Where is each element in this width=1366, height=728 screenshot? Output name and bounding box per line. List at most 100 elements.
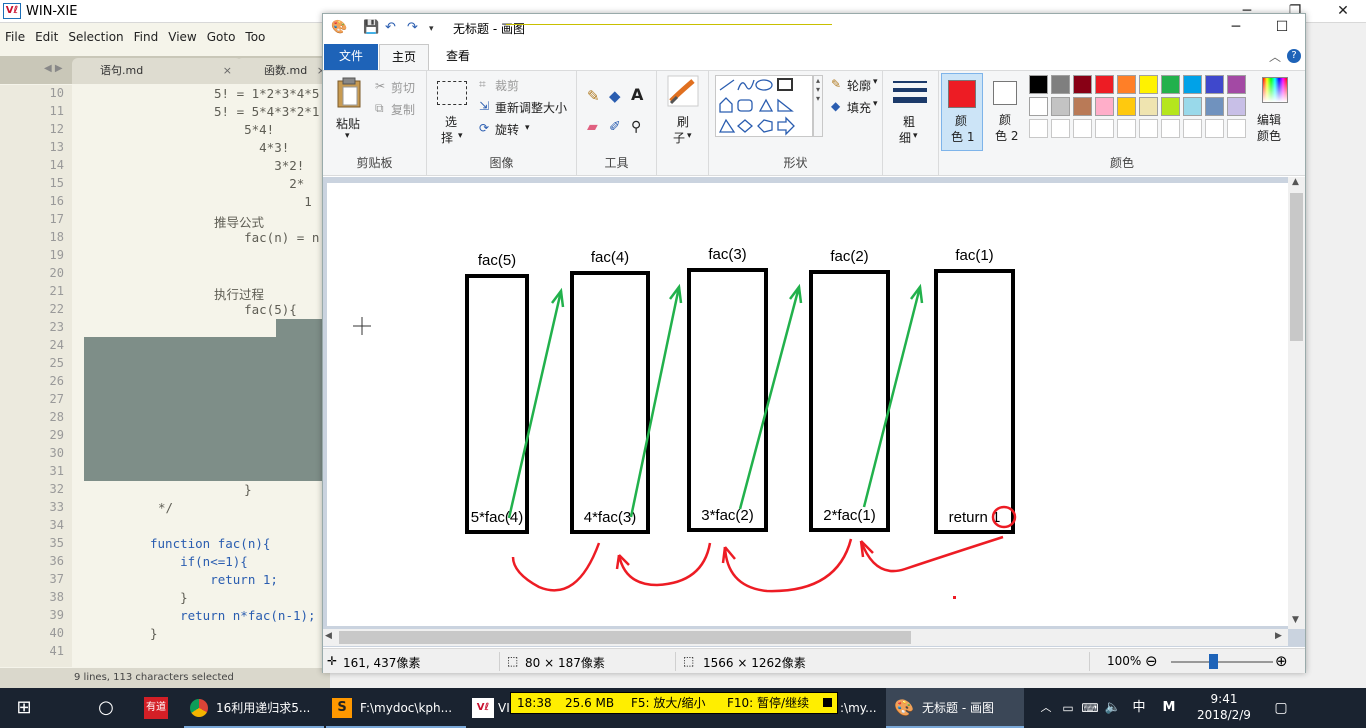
youdao-app[interactable]: 有道: [140, 688, 172, 728]
resize-button[interactable]: 重新调整大小: [495, 99, 567, 116]
edit-colors-button[interactable]: 编辑 颜色: [1255, 75, 1295, 151]
crop-icon[interactable]: ⌗: [479, 77, 486, 92]
taskbar-sublime[interactable]: S F:\mydoc\kph...: [326, 688, 466, 728]
custom-color-slot[interactable]: [1205, 119, 1224, 138]
vertical-scroll-thumb[interactable]: [1290, 193, 1303, 341]
recorder-stop-icon[interactable]: [823, 698, 832, 707]
text-tool-icon[interactable]: A: [631, 85, 643, 104]
scroll-down-icon[interactable]: ▼: [1292, 615, 1299, 625]
palette-swatch[interactable]: [1029, 75, 1048, 94]
custom-color-slot[interactable]: [1139, 119, 1158, 138]
palette-swatch[interactable]: [1073, 75, 1092, 94]
brushes-button[interactable]: 刷: [677, 113, 689, 130]
start-button[interactable]: ⊞: [0, 688, 48, 728]
taskbar-vnc[interactable]: Vℓ VI: [468, 688, 510, 728]
editor-tab-yuju[interactable]: 语句.md ×: [72, 58, 242, 84]
menu-tools[interactable]: Too: [240, 27, 270, 47]
palette-swatch[interactable]: [1161, 75, 1180, 94]
tray-expand-icon[interactable]: ︿: [1036, 688, 1056, 728]
palette-swatch[interactable]: [1117, 97, 1136, 116]
size-button[interactable]: 粗: [903, 113, 915, 130]
shapes-gallery[interactable]: [715, 75, 813, 137]
resize-icon[interactable]: ⇲: [479, 99, 489, 113]
quick-access-dropdown-icon[interactable]: ▾: [429, 24, 434, 34]
copy-button[interactable]: 复制: [391, 101, 415, 118]
fill-button[interactable]: 填充: [847, 99, 871, 116]
palette-swatch[interactable]: [1073, 97, 1092, 116]
menu-edit[interactable]: Edit: [30, 27, 63, 47]
custom-color-slot[interactable]: [1051, 119, 1070, 138]
brush-icon[interactable]: [667, 75, 699, 107]
zoom-in-button[interactable]: ⊕: [1275, 652, 1288, 670]
volume-icon[interactable]: 🔈: [1102, 688, 1124, 728]
palette-swatch[interactable]: [1161, 97, 1180, 116]
menu-file[interactable]: File: [0, 27, 30, 47]
drawing-canvas[interactable]: fac(5) 5*fac(4) fac(4) 4*fac(3) fac(3) 3*fac(…: [327, 183, 1289, 626]
select-dropdown-icon[interactable]: ▾: [458, 131, 463, 141]
cut-button[interactable]: 剪切: [391, 79, 415, 96]
ime-indicator[interactable]: 中: [1128, 688, 1150, 728]
redo-icon[interactable]: ↷: [407, 20, 418, 35]
menu-selection[interactable]: Selection: [63, 27, 128, 47]
rotate-dropdown-icon[interactable]: ▾: [525, 123, 530, 133]
network-icon[interactable]: ▭: [1058, 688, 1078, 728]
paint-minimize-button[interactable]: ─: [1213, 16, 1259, 38]
custom-color-slot[interactable]: [1029, 119, 1048, 138]
size-icon[interactable]: [893, 79, 927, 109]
fill-dropdown-icon[interactable]: ▾: [873, 99, 878, 109]
horizontal-scroll-thumb[interactable]: [339, 631, 911, 644]
magnifier-icon[interactable]: ⚲: [631, 119, 641, 135]
taskbar-explorer[interactable]: :\my...: [840, 688, 884, 728]
palette-swatch[interactable]: [1051, 75, 1070, 94]
taskbar-paint[interactable]: 🎨 无标题 - 画图: [886, 688, 1024, 728]
palette-swatch[interactable]: [1117, 75, 1136, 94]
custom-color-slot[interactable]: [1073, 119, 1092, 138]
horizontal-scrollbar[interactable]: ◀ ▶: [323, 629, 1288, 646]
pencil-icon[interactable]: ✎: [587, 87, 600, 105]
scroll-left-icon[interactable]: ◀: [325, 631, 332, 641]
undo-icon[interactable]: ↶: [385, 20, 396, 35]
palette-swatch[interactable]: [1051, 97, 1070, 116]
palette-swatch[interactable]: [1029, 97, 1048, 116]
tab-close-icon[interactable]: ×: [223, 58, 232, 84]
select-button[interactable]: 选: [445, 113, 457, 130]
tab-home[interactable]: 主页: [379, 44, 429, 70]
eraser-icon[interactable]: ▰: [587, 119, 598, 135]
select-icon[interactable]: [437, 81, 467, 105]
palette-swatch[interactable]: [1227, 97, 1246, 116]
save-icon[interactable]: 💾: [363, 20, 379, 35]
tab-view[interactable]: 查看: [433, 44, 483, 70]
rotate-button[interactable]: 旋转: [495, 121, 519, 138]
ime-mode-indicator[interactable]: M: [1158, 688, 1180, 728]
fill-icon[interactable]: ◆: [831, 99, 840, 113]
palette-swatch[interactable]: [1227, 75, 1246, 94]
color-picker-icon[interactable]: ✐: [609, 119, 621, 135]
paste-dropdown-icon[interactable]: ▾: [345, 131, 350, 141]
color1-button[interactable]: 颜 色 1: [941, 73, 983, 151]
scroll-up-icon[interactable]: ▲: [1292, 177, 1299, 187]
custom-color-slot[interactable]: [1183, 119, 1202, 138]
custom-color-slot[interactable]: [1161, 119, 1180, 138]
palette-swatch[interactable]: [1183, 75, 1202, 94]
menu-goto[interactable]: Goto: [202, 27, 241, 47]
palette-swatch[interactable]: [1205, 97, 1224, 116]
custom-color-slot[interactable]: [1117, 119, 1136, 138]
tab-file[interactable]: 文件: [324, 44, 378, 70]
fill-bucket-icon[interactable]: ◆: [609, 87, 621, 105]
search-icon[interactable]: ○: [90, 688, 122, 728]
help-icon[interactable]: ?: [1287, 49, 1301, 63]
custom-color-slot[interactable]: [1095, 119, 1114, 138]
palette-swatch[interactable]: [1205, 75, 1224, 94]
paste-button[interactable]: 粘贴: [336, 115, 360, 132]
zoom-slider-thumb[interactable]: [1209, 654, 1218, 669]
rotate-icon[interactable]: ⟳: [479, 121, 489, 135]
outline-dropdown-icon[interactable]: ▾: [873, 77, 878, 87]
vertical-scrollbar[interactable]: ▲ ▼: [1288, 177, 1305, 629]
taskbar-chrome[interactable]: 16利用递归求5...: [184, 688, 324, 728]
paste-icon[interactable]: [335, 77, 365, 109]
zoom-out-button[interactable]: ⊖: [1145, 652, 1158, 670]
notification-icon[interactable]: ▢: [1268, 688, 1294, 728]
cut-icon[interactable]: ✂: [375, 79, 385, 93]
collapse-ribbon-icon[interactable]: ︿: [1269, 48, 1281, 65]
palette-swatch[interactable]: [1183, 97, 1202, 116]
